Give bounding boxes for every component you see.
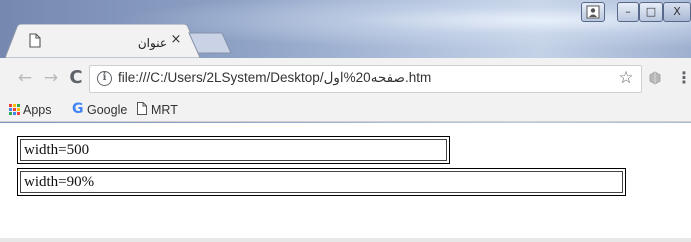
url-text[interactable]: file:///C:/Users/2LSystem/Desktop/صفحه20… [118,70,431,86]
bottom-strip [0,238,691,242]
user-profile-icon[interactable] [581,2,605,22]
forward-arrow-icon[interactable]: → [41,68,61,88]
minimize-button[interactable]: – [617,2,639,22]
bookmark-apps[interactable]: Apps [23,102,52,118]
bookmark-star-icon[interactable]: ☆ [617,68,635,88]
tab-close-icon[interactable]: × [170,33,182,47]
extension-icon[interactable] [648,71,662,85]
google-icon: G [72,101,84,117]
info-icon[interactable]: i [97,71,112,86]
bookmark-google[interactable]: Google [87,102,127,118]
reload-icon[interactable]: C [66,68,86,88]
apps-grid-icon[interactable] [9,104,20,115]
page-icon [137,102,147,115]
maximize-button[interactable]: □ [639,2,663,22]
close-window-button[interactable]: X [663,2,691,22]
new-tab-button[interactable] [188,32,232,54]
menu-icon[interactable]: ⋮ [676,68,691,88]
box-text: width=90% [20,171,623,193]
page-icon [29,33,41,48]
tab-title: عنوان [137,36,167,50]
width-500-box: width=500 [17,136,450,164]
width-90-percent-box: width=90% [17,168,626,196]
back-arrow-icon[interactable]: ← [15,68,35,88]
box-text: width=500 [20,139,447,161]
bookmark-mrt[interactable]: MRT [151,102,178,118]
